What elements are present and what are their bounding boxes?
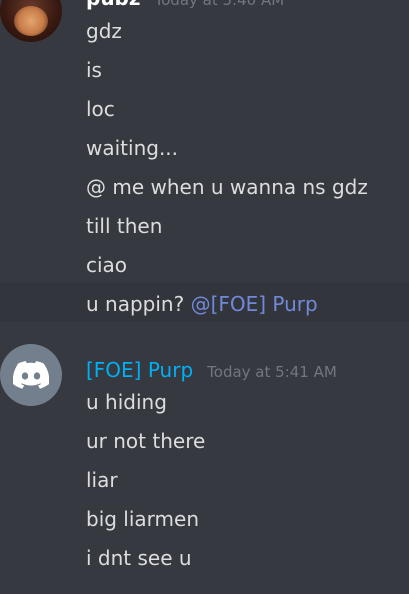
message-text: gdz xyxy=(86,19,122,43)
message-text: is xyxy=(86,58,102,82)
message-text: loc xyxy=(86,97,115,121)
message-text: i dnt see u xyxy=(86,546,192,570)
timestamp: Today at 5:40 AM xyxy=(154,0,285,9)
message-header: [FOE] Purp Today at 5:41 AM xyxy=(86,358,337,382)
message-text: till then xyxy=(86,214,163,238)
user-mention[interactable]: @[FOE] Purp xyxy=(191,292,318,316)
message-text-with-mention: u nappin? @[FOE] Purp xyxy=(86,292,318,316)
message-text: waiting... xyxy=(86,136,179,160)
message-text: liar xyxy=(86,468,118,492)
message-text: u hiding xyxy=(86,390,167,414)
message-text: ur not there xyxy=(86,429,206,453)
message-text: ciao xyxy=(86,253,128,277)
timestamp: Today at 5:41 AM xyxy=(207,363,337,381)
avatar[interactable] xyxy=(0,0,62,42)
message-header: pubz Today at 5:40 AM xyxy=(86,0,284,10)
message-text: big liarmen xyxy=(86,507,200,531)
discord-logo-icon[interactable] xyxy=(0,344,62,406)
message-text: @ me when u wanna ns gdz xyxy=(86,175,368,199)
avatar-face xyxy=(14,6,48,36)
message-text: u nappin? xyxy=(86,292,191,316)
username[interactable]: [FOE] Purp xyxy=(86,358,193,382)
username[interactable]: pubz xyxy=(86,0,141,10)
discord-logo-icon xyxy=(13,361,49,389)
chat-messages: pubz Today at 5:40 AM gdz is loc waiting… xyxy=(0,0,409,594)
